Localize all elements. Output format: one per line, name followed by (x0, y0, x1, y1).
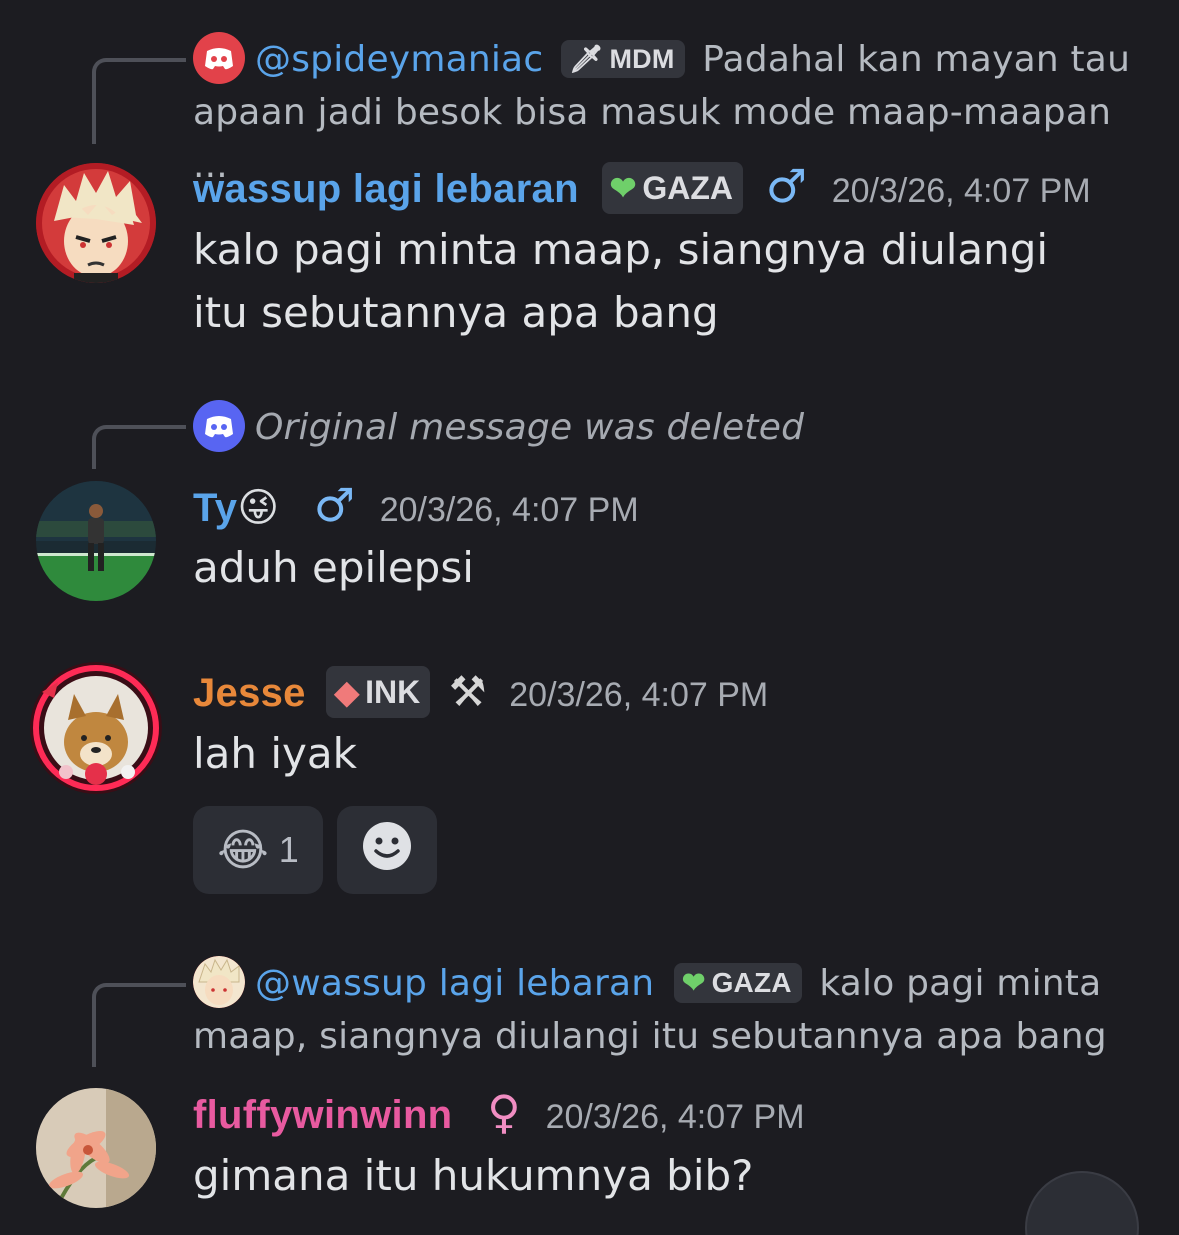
avatar[interactable] (30, 662, 162, 794)
male-symbol-icon: ♂ (765, 159, 807, 213)
reply-connector (92, 58, 186, 144)
reply-author[interactable]: @wassup lagi lebaran (255, 963, 654, 1004)
username[interactable]: Ty (193, 486, 237, 530)
timestamp: 20/3/26, 4:07 PM (379, 491, 639, 529)
reply-deleted-text: Original message was deleted (255, 407, 805, 448)
message-content: kalo pagi minta maap, siangnya diulangi … (193, 225, 1049, 337)
message-content: gimana itu hukumnya bib? (193, 1151, 754, 1200)
green-heart-icon: ❤ (681, 967, 706, 998)
reply-connector (92, 425, 186, 469)
reply-author-badge: ❤ GAZA (673, 963, 802, 1003)
female-symbol-icon: ♀ (487, 1085, 521, 1139)
male-symbol-icon: ♂ (313, 478, 355, 532)
server-tag-badge[interactable]: ❤ GAZA (601, 162, 744, 214)
reply-connector (92, 983, 186, 1067)
discord-icon (193, 400, 245, 452)
reaction-count: 1 (278, 829, 299, 870)
message-content: lah iyak (193, 729, 357, 778)
message-jesse[interactable]: Jesse ◆ INK ⚒ 20/3/26, 4:07 PM lah iyak 😂… (0, 640, 1179, 920)
timestamp: 20/3/26, 4:07 PM (831, 172, 1091, 210)
timestamp: 20/3/26, 4:07 PM (509, 676, 769, 714)
reply-author-badge: 🗡 MDM (560, 40, 685, 78)
username[interactable]: wassup lagi lebaran (193, 167, 579, 211)
avatar[interactable] (36, 1088, 156, 1208)
sword-icon: 🗡 (568, 44, 604, 74)
avatar[interactable] (36, 163, 156, 283)
reaction-joy[interactable]: 😂 1 (193, 806, 323, 894)
green-heart-icon: ❤ (609, 170, 637, 206)
chat-messages: @spideymaniac 🗡 MDM Padahal kan mayan tau… (0, 0, 1179, 1235)
reply-avatar (193, 956, 245, 1008)
message-wassup[interactable]: @spideymaniac 🗡 MDM Padahal kan mayan tau… (0, 0, 1179, 360)
reply-reference-deleted: Original message was deleted (193, 400, 1143, 454)
username[interactable]: fluffywinwinn (193, 1093, 452, 1137)
reply-reference[interactable]: @wassup lagi lebaran ❤ GAZA kalo pagi min… (193, 956, 1143, 1063)
tears-of-joy-emoji: 😂 (217, 824, 269, 876)
timestamp: 20/3/26, 4:07 PM (545, 1098, 805, 1136)
message-header: wassup lagi lebaran ❤ GAZA ♂ 20/3/26, 4:0… (193, 156, 1091, 221)
reply-author[interactable]: @spideymaniac (255, 39, 543, 80)
message-header: Ty😜 ♂ 20/3/26, 4:07 PM (193, 475, 639, 540)
discord-icon (193, 32, 245, 84)
message-header: fluffywinwinn ♀ 20/3/26, 4:07 PM (193, 1082, 805, 1147)
username[interactable]: Jesse (193, 671, 306, 715)
message-fluffy[interactable]: @wassup lagi lebaran ❤ GAZA kalo pagi min… (0, 940, 1179, 1235)
add-reaction-button[interactable] (337, 806, 437, 894)
red-gem-icon: ◆ (334, 674, 360, 710)
smiley-add-icon (361, 820, 413, 881)
hammer-pick-icon: ⚒ (448, 667, 487, 716)
message-header: Jesse ◆ INK ⚒ 20/3/26, 4:07 PM (193, 662, 768, 725)
message-content: aduh epilepsi (193, 543, 474, 592)
winking-tongue-emoji: 😜 (237, 485, 280, 531)
avatar[interactable] (36, 481, 156, 601)
server-tag-badge[interactable]: ◆ INK (326, 666, 431, 718)
message-ty[interactable]: Original message was deleted Ty😜 ♂ 20/3/… (0, 380, 1179, 620)
